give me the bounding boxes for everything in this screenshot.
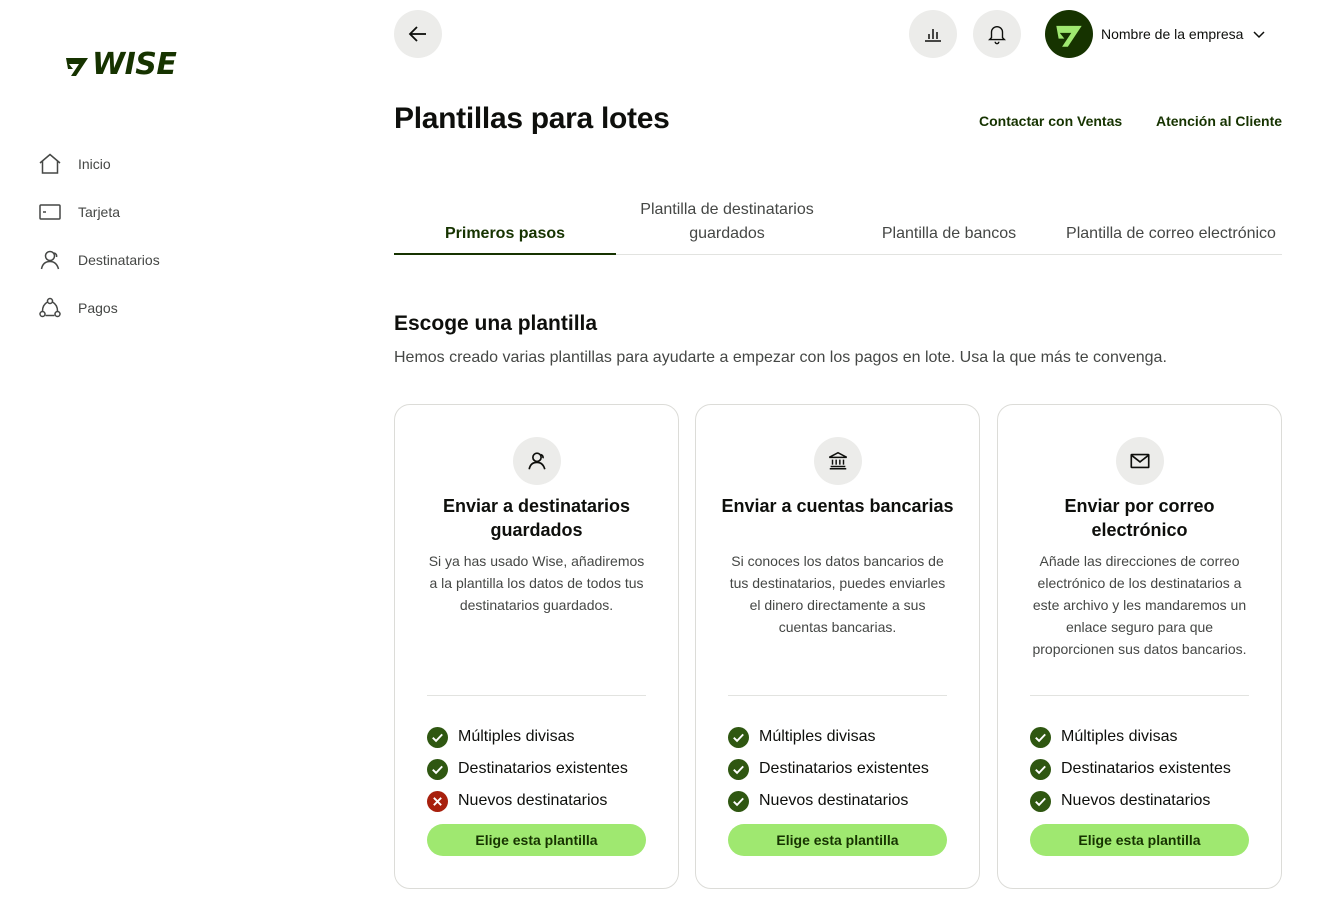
feature-list: Múltiples divisas Destinatarios existent… <box>728 721 959 817</box>
card-description: Añade las direcciones de correo electrón… <box>1032 553 1247 657</box>
sidebar-item-label: Inicio <box>78 156 111 172</box>
sidebar-nav: Inicio Tarjeta Destinatarios Pagos <box>38 140 160 332</box>
sidebar-item-label: Pagos <box>78 300 118 316</box>
section-title: Escoge una plantilla <box>394 312 598 335</box>
bar-chart-icon <box>925 29 941 42</box>
tab-correo-electronico[interactable]: Plantilla de correo electrónico <box>1060 198 1282 254</box>
contact-sales-link[interactable]: Contactar con Ventas <box>979 113 1122 129</box>
sidebar-item-inicio[interactable]: Inicio <box>38 140 160 188</box>
cross-icon <box>427 790 448 812</box>
choose-template-button[interactable]: Elige esta plantilla <box>1030 824 1249 856</box>
card-divider <box>427 695 646 696</box>
card-divider <box>728 695 947 696</box>
card-description: Si ya has usado Wise, añadiremos a la pl… <box>428 553 645 613</box>
feature-list: Múltiples divisas Destinatarios existent… <box>1030 721 1261 817</box>
wise-logo[interactable]: WISE <box>64 47 177 82</box>
account-switcher[interactable]: Nombre de la empresa <box>1045 10 1267 58</box>
chevron-down-icon <box>1253 31 1265 39</box>
template-card-saved-recipients: Enviar a destinatarios guardados Si ya h… <box>394 404 679 889</box>
arrow-left-icon <box>408 26 426 42</box>
feature-label: Destinatarios existentes <box>458 760 628 777</box>
sidebar-item-label: Destinatarios <box>78 252 160 268</box>
card-icon <box>38 200 62 224</box>
check-icon <box>1030 726 1051 748</box>
feature-item: Nuevos destinatarios <box>1030 785 1261 817</box>
feature-item: Nuevos destinatarios <box>427 785 658 817</box>
check-icon <box>427 726 448 748</box>
tab-bancos[interactable]: Plantilla de bancos <box>838 198 1060 254</box>
check-icon <box>728 758 749 780</box>
feature-item: Múltiples divisas <box>728 721 959 753</box>
bell-icon <box>988 26 1006 45</box>
feature-label: Múltiples divisas <box>759 728 876 745</box>
feature-label: Múltiples divisas <box>1061 728 1178 745</box>
card-description: Si conoces los datos bancarios de tus de… <box>729 553 946 635</box>
feature-item: Nuevos destinatarios <box>728 785 959 817</box>
customer-support-link[interactable]: Atención al Cliente <box>1156 113 1282 129</box>
card-title: Enviar a destinatarios guardados <box>442 496 631 540</box>
tab-primeros-pasos[interactable]: Primeros pasos <box>394 198 616 255</box>
avatar <box>1045 10 1093 58</box>
sidebar-item-tarjeta[interactable]: Tarjeta <box>38 188 160 236</box>
feature-label: Destinatarios existentes <box>759 760 929 777</box>
feature-list: Múltiples divisas Destinatarios existent… <box>427 721 658 817</box>
back-button[interactable] <box>394 10 442 58</box>
tab-destinatarios-guardados[interactable]: Plantilla de destinatarios guardados <box>616 198 838 254</box>
home-icon <box>38 152 62 176</box>
feature-label: Nuevos destinatarios <box>458 792 608 809</box>
sidebar-item-destinatarios[interactable]: Destinatarios <box>38 236 160 284</box>
template-card-bank-accounts: Enviar a cuentas bancarias Si conoces lo… <box>695 404 980 889</box>
feature-label: Múltiples divisas <box>458 728 575 745</box>
wise-flag-icon <box>66 58 88 76</box>
account-name: Nombre de la empresa <box>1101 26 1244 42</box>
feature-label: Nuevos destinatarios <box>759 792 909 809</box>
wise-wordmark: WISE <box>92 47 177 82</box>
notifications-button[interactable] <box>973 10 1021 58</box>
feature-item: Destinatarios existentes <box>1030 753 1261 785</box>
card-title: Enviar por correo electrónico <box>1064 496 1215 540</box>
template-card-email: Enviar por correo electrónico Añade las … <box>997 404 1282 889</box>
envelope-icon <box>1115 437 1164 485</box>
recipients-icon <box>38 248 62 272</box>
card-divider <box>1030 695 1249 696</box>
page-title: Plantillas para lotes <box>394 102 670 135</box>
bank-icon <box>813 437 862 485</box>
section-description: Hemos creado varias plantillas para ayud… <box>394 349 1167 366</box>
check-icon <box>728 726 749 748</box>
card-title: Enviar a cuentas bancarias <box>721 496 954 516</box>
check-icon <box>728 790 749 812</box>
feature-label: Destinatarios existentes <box>1061 760 1231 777</box>
sidebar: WISE Inicio Tarjeta Destinatarios Pagos <box>0 0 330 910</box>
feature-item: Múltiples divisas <box>1030 721 1261 753</box>
wise-flag-icon <box>1056 25 1082 47</box>
choose-template-button[interactable]: Elige esta plantilla <box>728 824 947 856</box>
feature-item: Destinatarios existentes <box>728 753 959 785</box>
sidebar-item-label: Tarjeta <box>78 204 121 220</box>
feature-label: Nuevos destinatarios <box>1061 792 1211 809</box>
insights-button[interactable] <box>909 10 957 58</box>
check-icon <box>427 758 448 780</box>
check-icon <box>1030 790 1051 812</box>
sidebar-item-pagos[interactable]: Pagos <box>38 284 160 332</box>
recipients-icon <box>512 437 561 485</box>
check-icon <box>1030 758 1051 780</box>
payments-icon <box>38 296 62 320</box>
feature-item: Destinatarios existentes <box>427 753 658 785</box>
template-tabs: Primeros pasos Plantilla de destinatario… <box>394 198 1282 255</box>
choose-template-button[interactable]: Elige esta plantilla <box>427 824 646 856</box>
feature-item: Múltiples divisas <box>427 721 658 753</box>
